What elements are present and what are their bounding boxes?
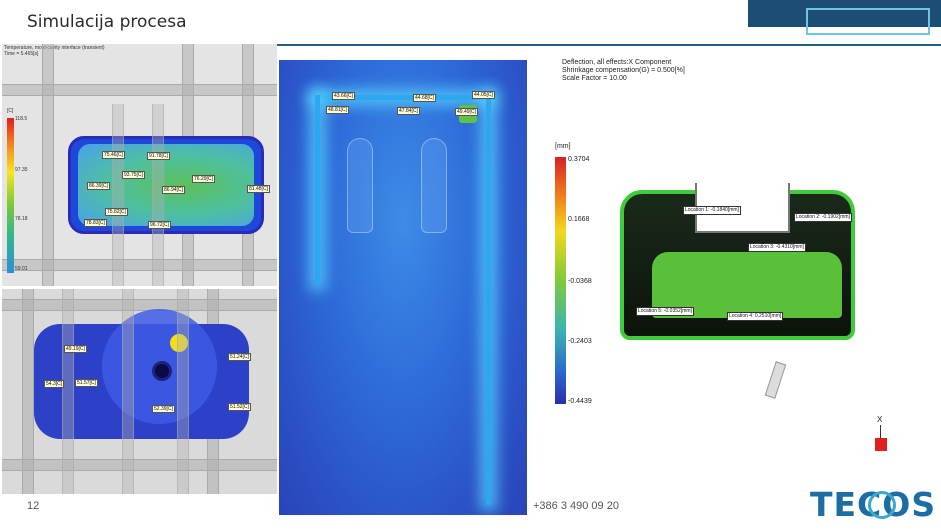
header-accent-box: [806, 8, 930, 35]
temperature-label: 86.39[C]: [87, 182, 110, 190]
cooling-pipe: [2, 299, 277, 311]
cooling-pipe: [62, 289, 74, 494]
temperature-label: 75.82[C]: [105, 208, 128, 216]
cooling-pipe: [152, 104, 164, 286]
temperature-label: 54.3[C]: [44, 380, 65, 388]
deflection-scale-tick: -0.2403: [568, 338, 592, 345]
temperature-label: 76.29[C]: [192, 175, 215, 183]
temperature-label: 93.75[C]: [122, 171, 145, 179]
temperature-label: 52.39[C]: [152, 405, 175, 413]
temperature-label: 51.24[C]: [228, 353, 251, 361]
temperature-label: 44.05[C]: [472, 91, 495, 99]
deflection-scale-tick: 0.3704: [568, 156, 590, 163]
sprue-inlet: [152, 361, 172, 381]
temperature-label: 51.52[C]: [228, 403, 251, 411]
temperature-label: 47.84[C]: [397, 107, 420, 115]
temperature-caption-line2: Time = 5.465[s]: [4, 51, 39, 57]
temperature-label: 48.81[C]: [326, 106, 349, 114]
temperature-label: 75.46[C]: [102, 151, 125, 159]
deflection-unit: [mm]: [555, 143, 571, 150]
cooling-pipe: [42, 44, 54, 286]
cooling-panel: 49.19[C] 51.24[C] 54.3[C] 51.57[C] 52.39…: [2, 289, 277, 494]
deflection-location-label: Location 5: -0.0352[mm]: [636, 307, 694, 316]
screw-boss: [421, 138, 447, 233]
temperature-scale-tick: 59.01: [15, 266, 28, 272]
slide-title: Simulacija procesa: [27, 12, 187, 32]
deflection-scale-tick: -0.4439: [568, 398, 592, 405]
temperature-label: 91.78[C]: [147, 152, 170, 160]
title-divider: [275, 44, 941, 46]
cooling-pipe: [2, 84, 277, 96]
deflection-location-label: Location 4: 0.2510[mm]: [727, 312, 784, 321]
deflection-caption-line3: Scale Factor = 10.00: [562, 75, 627, 82]
deflection-location-label: Location 2: -0.1902[mm]: [794, 213, 852, 222]
temperature-unit: [C]: [7, 108, 14, 114]
temperature-label: 43.66[C]: [332, 92, 355, 100]
cooling-pipe: [112, 104, 124, 286]
part-left-wall: [315, 95, 320, 285]
temperature-label: 51.57[C]: [75, 379, 98, 387]
temperature-label: 49.19[C]: [64, 345, 87, 353]
temperature-panel: Temperature, mold-cavity interface (tran…: [2, 44, 277, 286]
screw-boss: [347, 138, 373, 233]
deflection-caption-line2: Shrinkage compensation(G) = 0.500[%]: [562, 67, 685, 74]
deflection-scale-tick: 0.1668: [568, 216, 590, 223]
temperature-caption: Temperature, mold-cavity interface (tran…: [4, 45, 105, 57]
cooling-pipe: [2, 259, 277, 271]
axis-triad-x-label: X: [877, 415, 883, 424]
contact-phone: +386 3 490 09 20: [533, 500, 619, 512]
page-number: 12: [27, 500, 40, 512]
temperature-scale-tick: 118.5: [15, 116, 28, 122]
temperature-scale-tick: 97.35: [15, 167, 28, 173]
cooling-pipe: [122, 289, 134, 494]
deflection-scale-tick: -0.0368: [568, 278, 592, 285]
deflection-location-label: Location 3: -0.4310[mm]: [748, 243, 806, 252]
axis-triad-icon: [875, 438, 887, 451]
cooling-pipe: [177, 289, 189, 494]
ejector-rod: [764, 361, 787, 399]
temperature-label: 81.48[C]: [247, 185, 270, 193]
temperature-label: 96.72[C]: [148, 221, 171, 229]
temperature-label: 49.49[C]: [455, 108, 478, 116]
deflection-caption: Deflection, all effects:X Component Shri…: [562, 59, 685, 83]
deflection-caption-line1: Deflection, all effects:X Component: [562, 59, 672, 66]
temperature-color-scale: [7, 118, 14, 273]
temperature-label: 86.94[C]: [162, 186, 185, 194]
axis-triad-line: [880, 425, 881, 438]
deflection-location-label: Location 1: -0.1840[mm]: [683, 206, 741, 215]
temperature-label: 44.68[C]: [413, 94, 436, 102]
part-right-wall: [486, 95, 491, 505]
cooling-pipe: [2, 459, 277, 471]
temperature-scale-tick: 78.18: [15, 216, 28, 222]
temperature-label: 78.83[C]: [84, 219, 107, 227]
deflection-color-scale: [555, 157, 566, 404]
wall-temperature-panel: 43.66[C] 44.68[C] 44.05[C] 48.81[C] 47.8…: [279, 60, 527, 515]
logo-ring-icon: [868, 491, 896, 519]
